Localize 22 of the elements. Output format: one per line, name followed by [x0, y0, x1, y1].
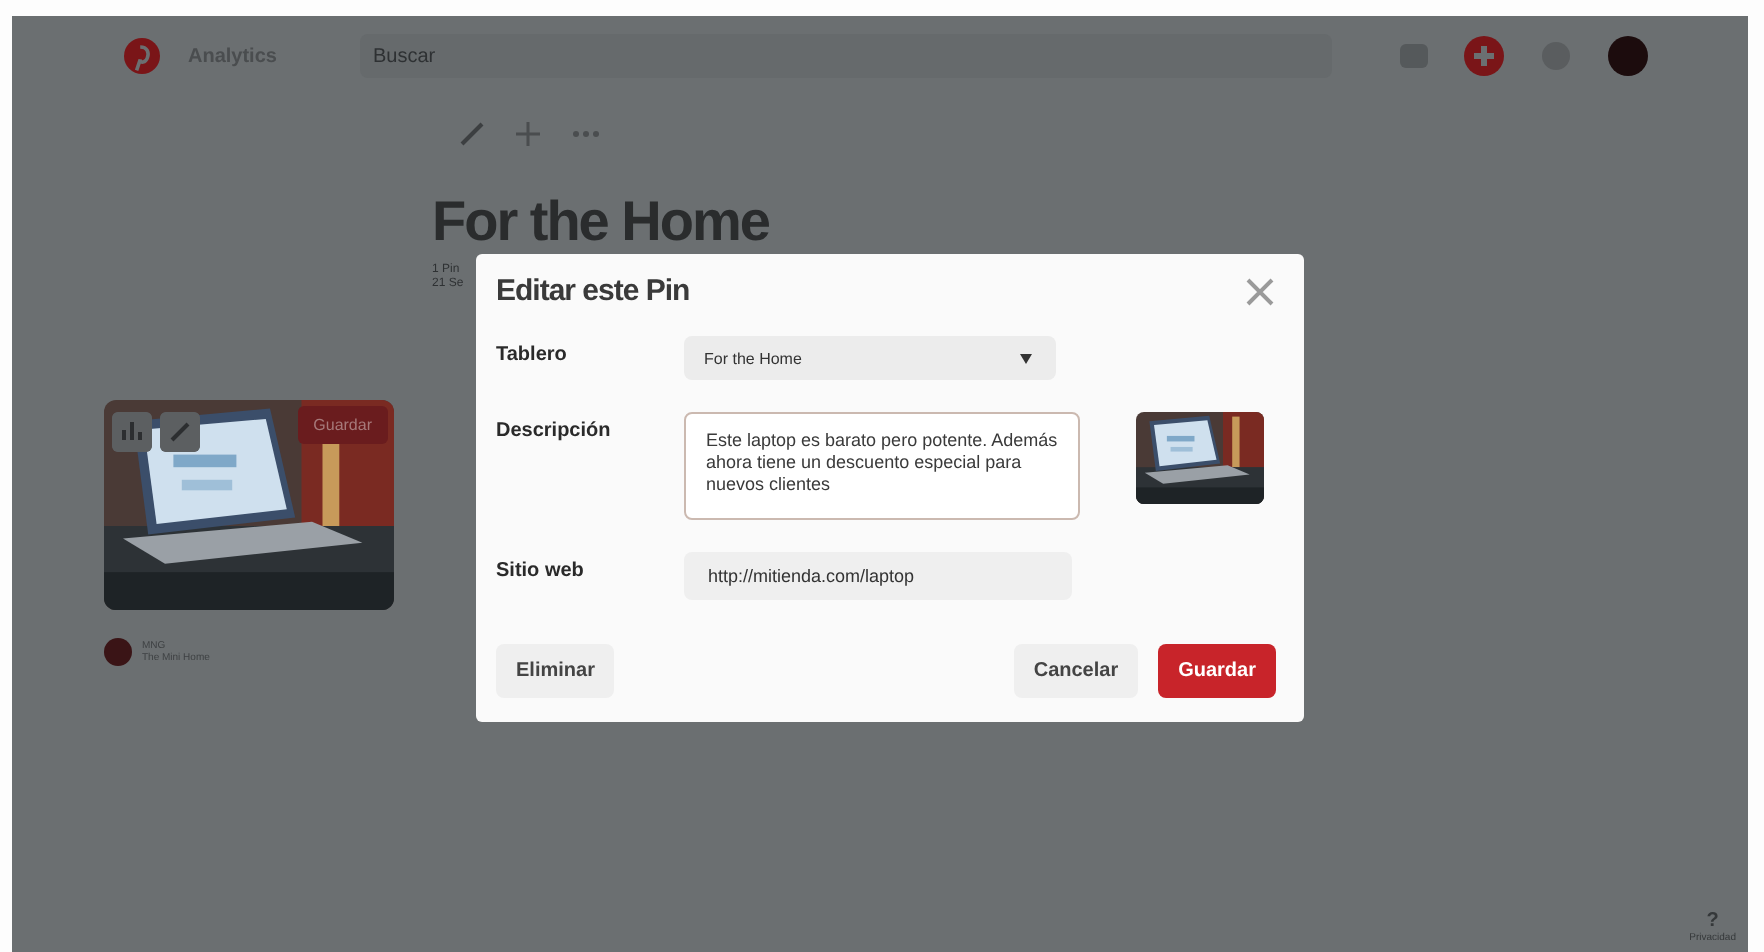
pencil-icon[interactable] [160, 412, 200, 452]
website-field[interactable]: http://mitienda.com/laptop [684, 552, 1072, 600]
move-icon[interactable] [516, 122, 540, 146]
field-label: Sitio web [496, 558, 586, 582]
caret-icon [1020, 353, 1032, 363]
search-field[interactable]: Buscar [360, 34, 1332, 78]
stats-icon[interactable] [112, 412, 152, 452]
avatar-icon[interactable] [1608, 36, 1648, 76]
dialog-button[interactable]: Eliminar [496, 644, 615, 698]
board-dropdown[interactable]: For the Home [684, 336, 1056, 380]
save-button[interactable]: Guardar [1158, 644, 1276, 698]
add-icon[interactable] [1464, 36, 1504, 76]
user-avatar [104, 638, 132, 666]
description-field[interactable]: Este laptop es barato pero potente. Además ahora tiene un descuento especial para nuevos clientes [684, 412, 1080, 520]
pencil-icon[interactable] [460, 122, 484, 146]
field-label: Descripción [496, 418, 613, 442]
more-icon[interactable] [572, 130, 600, 138]
dialog-title: Editar este Pin [496, 274, 690, 308]
board-title: For the Home [432, 192, 769, 252]
field-label: Tablero [496, 342, 569, 366]
close-button[interactable] [1244, 275, 1276, 307]
dialog-button[interactable]: Cancelar [1013, 644, 1139, 698]
